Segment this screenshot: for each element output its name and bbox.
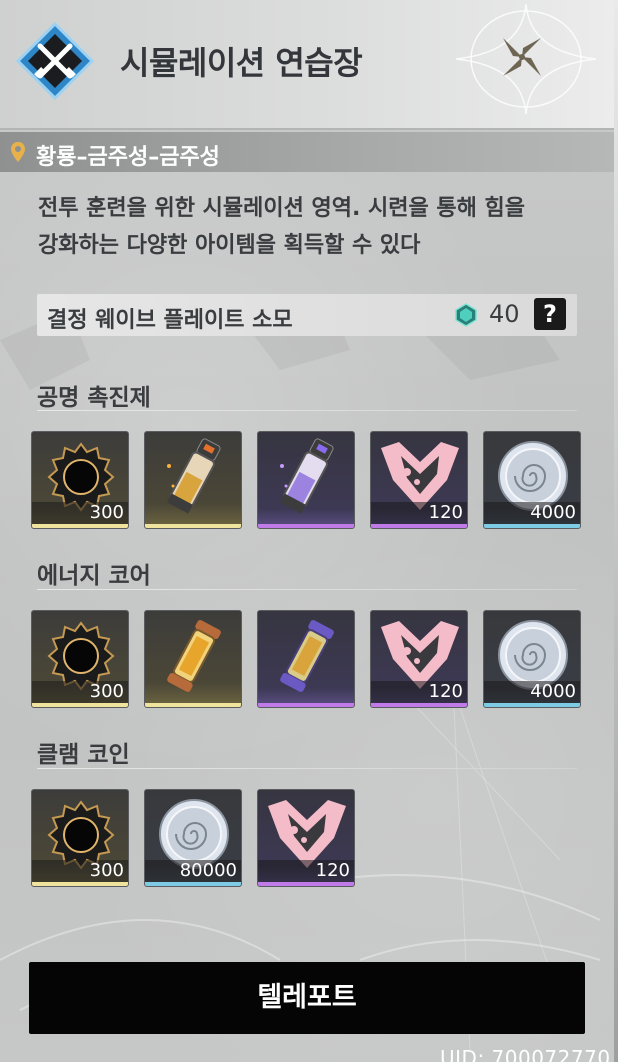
rarity-bar — [371, 524, 467, 528]
item-quantity: 120 — [315, 860, 350, 881]
header: 시뮬레이션 연습장 — [0, 0, 614, 130]
cost-label: 결정 웨이브 플레이트 소모 — [47, 308, 293, 333]
item-quantity: 120 — [428, 681, 463, 702]
item-quantity: 120 — [428, 502, 463, 523]
reward-item[interactable]: 120 — [370, 431, 468, 529]
gold-potion-vial-icon — [166, 438, 221, 514]
reward-item[interactable]: 80000 — [144, 789, 242, 887]
reward-item[interactable] — [144, 610, 242, 708]
reward-item[interactable]: 120 — [370, 610, 468, 708]
rarity-bar — [484, 524, 580, 528]
rarity-bar — [32, 703, 128, 707]
rarity-bar — [371, 703, 467, 707]
description: 전투 훈련을 위한 시뮬레이션 영역. 시련을 통해 힘을 강화하는 다양한 아… — [38, 190, 583, 264]
location-text: 황룡–금주성–금주성 — [36, 145, 220, 170]
location-bar: 황룡–금주성–금주성 — [0, 132, 614, 172]
reward-item[interactable] — [257, 610, 355, 708]
section-divider — [37, 589, 577, 590]
gold-energy-core-icon — [167, 620, 221, 692]
cost-value: 40 — [489, 300, 520, 328]
location-pin-icon — [11, 142, 25, 162]
section-divider — [37, 410, 577, 411]
rarity-bar — [258, 703, 354, 707]
panel-edge — [614, 0, 618, 1062]
reward-item[interactable]: 300 — [31, 789, 129, 887]
reward-item[interactable]: 120 — [257, 789, 355, 887]
rarity-bar — [32, 524, 128, 528]
rarity-bar — [145, 703, 241, 707]
section-title-resonance-catalyst: 공명 촉진제 — [37, 385, 151, 411]
page-title: 시뮬레이션 연습장 — [120, 44, 363, 82]
item-quantity: 80000 — [179, 860, 237, 881]
rarity-bar — [258, 524, 354, 528]
reward-item[interactable]: 300 — [31, 610, 129, 708]
reward-item[interactable]: 4000 — [483, 431, 581, 529]
section-divider — [37, 768, 577, 769]
item-quantity: 4000 — [530, 502, 576, 523]
reward-item[interactable]: 300 — [31, 431, 129, 529]
purple-energy-core-icon — [280, 620, 334, 692]
description-line-2: 강화하는 다양한 아이템을 획득할 수 있다 — [38, 233, 421, 258]
section-title-shell-credit: 클램 코인 — [37, 742, 130, 768]
teleport-label: 텔레포트 — [257, 982, 357, 1013]
rarity-bar — [145, 882, 241, 886]
rarity-bar — [32, 882, 128, 886]
help-button[interactable]: ? — [534, 298, 566, 330]
teleport-button[interactable]: 텔레포트 — [29, 962, 585, 1034]
cost-bar: 결정 웨이브 플레이트 소모 40 ? — [37, 294, 577, 336]
reward-item[interactable]: 4000 — [483, 610, 581, 708]
crossed-swords-emblem-icon — [16, 22, 94, 100]
item-quantity: 300 — [89, 681, 124, 702]
section-title-energy-core: 에너지 코어 — [37, 563, 151, 589]
rarity-bar — [484, 703, 580, 707]
uid-label: UID: 700072770 — [440, 1046, 611, 1062]
item-quantity: 4000 — [530, 681, 576, 702]
close-x-icon[interactable] — [497, 32, 547, 82]
rarity-bar — [145, 524, 241, 528]
item-quantity: 300 — [89, 502, 124, 523]
purple-potion-vial-icon — [279, 438, 334, 514]
reward-item[interactable] — [257, 431, 355, 529]
reward-item[interactable] — [144, 431, 242, 529]
item-quantity: 300 — [89, 860, 124, 881]
description-line-1: 전투 훈련을 위한 시뮬레이션 영역. 시련을 통해 힘을 — [38, 196, 526, 221]
rarity-bar — [258, 882, 354, 886]
crystal-plate-icon — [455, 303, 477, 327]
